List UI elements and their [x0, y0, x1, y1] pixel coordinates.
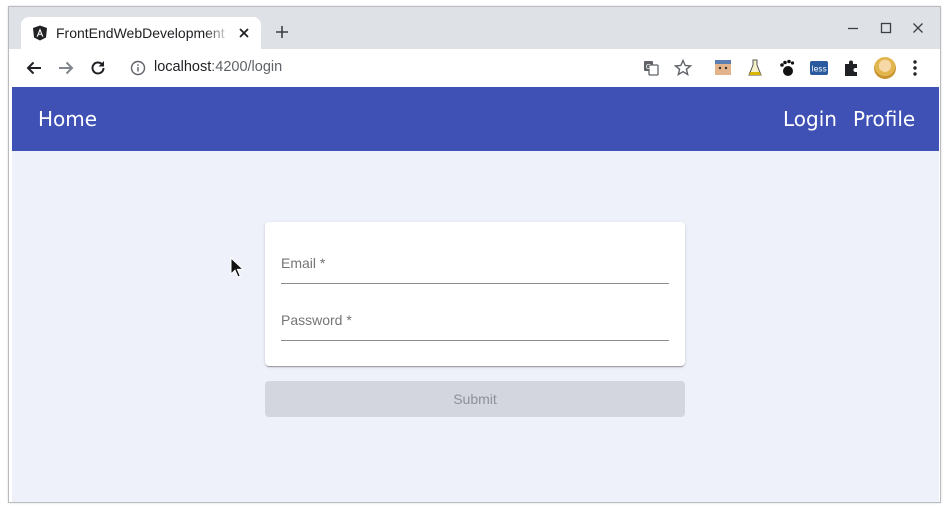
- tab-strip: FrontEndWebDevelopment: [9, 7, 940, 49]
- browser-window: FrontEndWebDevelopment localhost:4200/lo…: [8, 6, 941, 503]
- close-tab-icon[interactable]: [236, 25, 252, 41]
- forward-arrow-icon[interactable]: [56, 58, 76, 78]
- new-tab-icon[interactable]: [274, 24, 290, 40]
- url-path: :4200/login: [211, 59, 283, 75]
- extension-flask-icon[interactable]: [745, 58, 765, 78]
- password-label: Password *: [281, 312, 352, 328]
- maximize-icon[interactable]: [878, 20, 894, 36]
- submit-button[interactable]: Submit: [265, 381, 685, 417]
- page-content: Home Login Profile Email * Password * Su…: [12, 87, 939, 502]
- email-label: Email *: [281, 255, 326, 271]
- nav-home-link[interactable]: Home: [38, 107, 97, 131]
- email-field[interactable]: Email *: [281, 244, 669, 284]
- login-card: Email * Password *: [265, 222, 685, 366]
- extension-box-face-icon[interactable]: [713, 58, 733, 78]
- email-underline: [281, 283, 669, 284]
- angular-logo-icon: [33, 25, 47, 41]
- nav-profile-link[interactable]: Profile: [853, 107, 915, 131]
- translate-icon[interactable]: G: [641, 58, 661, 78]
- svg-text:less: less: [811, 65, 826, 74]
- close-window-icon[interactable]: [910, 20, 926, 36]
- tab-title: FrontEndWebDevelopment: [56, 25, 225, 41]
- url-host: localhost: [154, 59, 212, 75]
- back-arrow-icon[interactable]: [24, 58, 44, 78]
- browser-toolbar: localhost:4200/login G less: [9, 49, 940, 87]
- nav-login-link[interactable]: Login: [783, 107, 837, 131]
- reload-icon[interactable]: [88, 58, 108, 78]
- extensions-puzzle-icon[interactable]: [841, 58, 861, 78]
- browser-menu-icon[interactable]: [907, 58, 923, 78]
- minimize-icon[interactable]: [845, 20, 861, 36]
- password-underline: [281, 340, 669, 341]
- profile-avatar[interactable]: [874, 57, 896, 79]
- app-toolbar: Home Login Profile: [12, 87, 939, 151]
- extension-gnome-foot-icon[interactable]: [777, 58, 797, 78]
- address-bar[interactable]: localhost:4200/login: [154, 59, 282, 77]
- site-info-icon[interactable]: [130, 60, 146, 76]
- browser-tab[interactable]: FrontEndWebDevelopment: [21, 17, 261, 49]
- password-field[interactable]: Password *: [281, 301, 669, 341]
- extension-less-icon[interactable]: less: [809, 58, 829, 78]
- svg-text:G: G: [646, 63, 651, 71]
- bookmark-star-icon[interactable]: [673, 58, 693, 78]
- mouse-pointer-icon: [230, 257, 245, 278]
